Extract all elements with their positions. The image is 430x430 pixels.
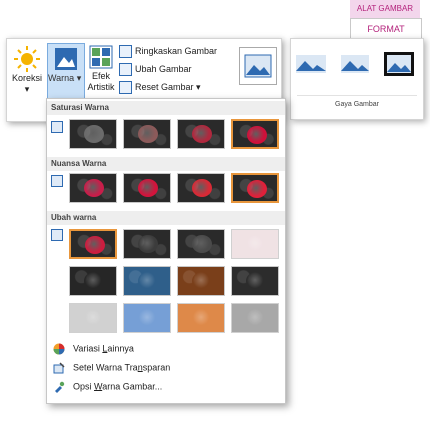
alat-gambar-label: ALAT GAMBAR — [350, 0, 420, 18]
chevron-down-icon: ▾ — [196, 81, 201, 92]
tone-swatch[interactable] — [123, 173, 171, 203]
chevron-down-icon: ▾ — [76, 73, 82, 83]
picture-style-1-icon[interactable] — [295, 51, 327, 77]
recolor-swatch[interactable] — [177, 303, 225, 333]
flower-image — [138, 272, 158, 290]
saturation-icon — [51, 121, 63, 133]
koreksi-label: Koreksi — [11, 73, 42, 83]
flower-image — [247, 180, 267, 198]
more-variations-label-c: ainnya — [107, 343, 134, 354]
flower-image — [84, 179, 104, 197]
change-picture-icon — [119, 63, 132, 76]
recolor-swatch[interactable] — [69, 266, 117, 296]
flower-image — [246, 309, 266, 327]
flower-image — [192, 179, 212, 197]
flower-image — [247, 126, 267, 144]
flower-image — [138, 125, 158, 143]
tone-swatch[interactable] — [231, 173, 279, 203]
tone-swatch[interactable] — [69, 173, 117, 203]
artistic-effects-icon — [89, 45, 113, 69]
compress-label: Ringkaskan Gambar — [135, 45, 218, 56]
efek-label-1: Efek — [91, 71, 110, 81]
warna-button[interactable]: Warna ▾ — [47, 43, 85, 101]
change-label: Ubah Gambar — [135, 63, 192, 74]
picture-style-2-icon[interactable] — [339, 51, 371, 77]
color-dropdown-menu: Saturasi Warna Nuansa Warna Ubah warna V… — [46, 98, 286, 404]
recolor-swatch[interactable] — [231, 266, 279, 296]
color-wheel-icon — [53, 343, 65, 355]
recolor-swatch[interactable] — [123, 303, 171, 333]
picture-style-thumbnail[interactable] — [239, 47, 277, 85]
flower-image — [192, 309, 212, 327]
flower-image — [138, 235, 158, 253]
chevron-down-icon: ▾ — [24, 84, 30, 94]
saturation-swatch[interactable] — [177, 119, 225, 149]
more-variations-label-a: Variasi — [73, 343, 103, 354]
recolor-swatch[interactable] — [231, 303, 279, 333]
recolor-swatch[interactable] — [177, 266, 225, 296]
flower-image — [84, 272, 104, 290]
saturation-swatch[interactable] — [231, 119, 279, 149]
options-label-a: Opsi — [73, 381, 95, 392]
recolor-swatch[interactable] — [123, 229, 171, 259]
transparent-color-icon — [53, 362, 65, 374]
flower-image — [246, 235, 266, 253]
options-label-b: W — [94, 381, 103, 392]
koreksi-button[interactable]: Koreksi ▾ — [9, 43, 45, 99]
saturation-swatch[interactable] — [123, 119, 171, 149]
flower-image — [192, 235, 212, 253]
section-nuansa-header: Nuansa Warna — [47, 157, 285, 171]
flower-image — [85, 236, 105, 254]
set-transparent-color-item[interactable]: Setel Warna Transparan — [53, 362, 170, 374]
transparent-label-c: sparan — [142, 362, 171, 373]
recolor-swatch[interactable] — [123, 266, 171, 296]
saturation-swatch[interactable] — [69, 119, 117, 149]
tone-swatch[interactable] — [177, 173, 225, 203]
picture-style-icon — [244, 54, 272, 78]
flower-image — [246, 272, 266, 290]
compress-pictures-button[interactable]: Ringkaskan Gambar — [119, 45, 217, 58]
transparent-label-a: Setel Warna Tra — [73, 362, 138, 373]
gaya-gambar-group: Gaya Gambar — [290, 38, 424, 120]
flower-image — [84, 125, 104, 143]
gaya-gambar-label: Gaya Gambar — [335, 101, 379, 108]
change-picture-button[interactable]: Ubah Gambar — [119, 63, 192, 76]
recolor-swatch[interactable] — [231, 229, 279, 259]
flower-image — [138, 309, 158, 327]
color-options-icon — [55, 381, 65, 393]
flower-image — [84, 309, 104, 327]
tab-format[interactable]: FORMAT — [350, 18, 422, 39]
picture-color-options-item[interactable]: Opsi Warna Gambar... — [53, 381, 162, 393]
compress-icon — [119, 45, 132, 58]
sun-icon — [14, 46, 40, 72]
tone-icon — [51, 175, 63, 187]
reset-picture-button[interactable]: Reset Gambar ▾ — [119, 81, 201, 94]
more-variations-item[interactable]: Variasi Lainnya — [53, 343, 134, 355]
reset-icon — [119, 81, 132, 94]
options-label-c: arna Gambar... — [102, 381, 163, 392]
recolor-swatch[interactable] — [69, 303, 117, 333]
flower-image — [192, 125, 212, 143]
flower-image — [192, 272, 212, 290]
warna-label: Warna — [48, 73, 75, 83]
picture-style-3-icon[interactable] — [383, 51, 415, 77]
reset-label: Reset Gambar — [135, 81, 194, 92]
efek-label-2: Artistik — [87, 82, 115, 92]
picture-tools-tab[interactable]: ALAT GAMBAR FORMAT — [350, 0, 422, 39]
efek-artistik-button[interactable]: Efek Artistik — [85, 43, 117, 103]
recolor-swatch[interactable] — [177, 229, 225, 259]
flower-image — [138, 179, 158, 197]
picture-color-icon — [55, 48, 77, 70]
section-saturasi-header: Saturasi Warna — [47, 101, 285, 115]
recolor-icon — [51, 229, 63, 241]
group-divider — [297, 95, 417, 96]
recolor-swatch[interactable] — [69, 229, 117, 259]
section-ubah-header: Ubah warna — [47, 211, 285, 225]
